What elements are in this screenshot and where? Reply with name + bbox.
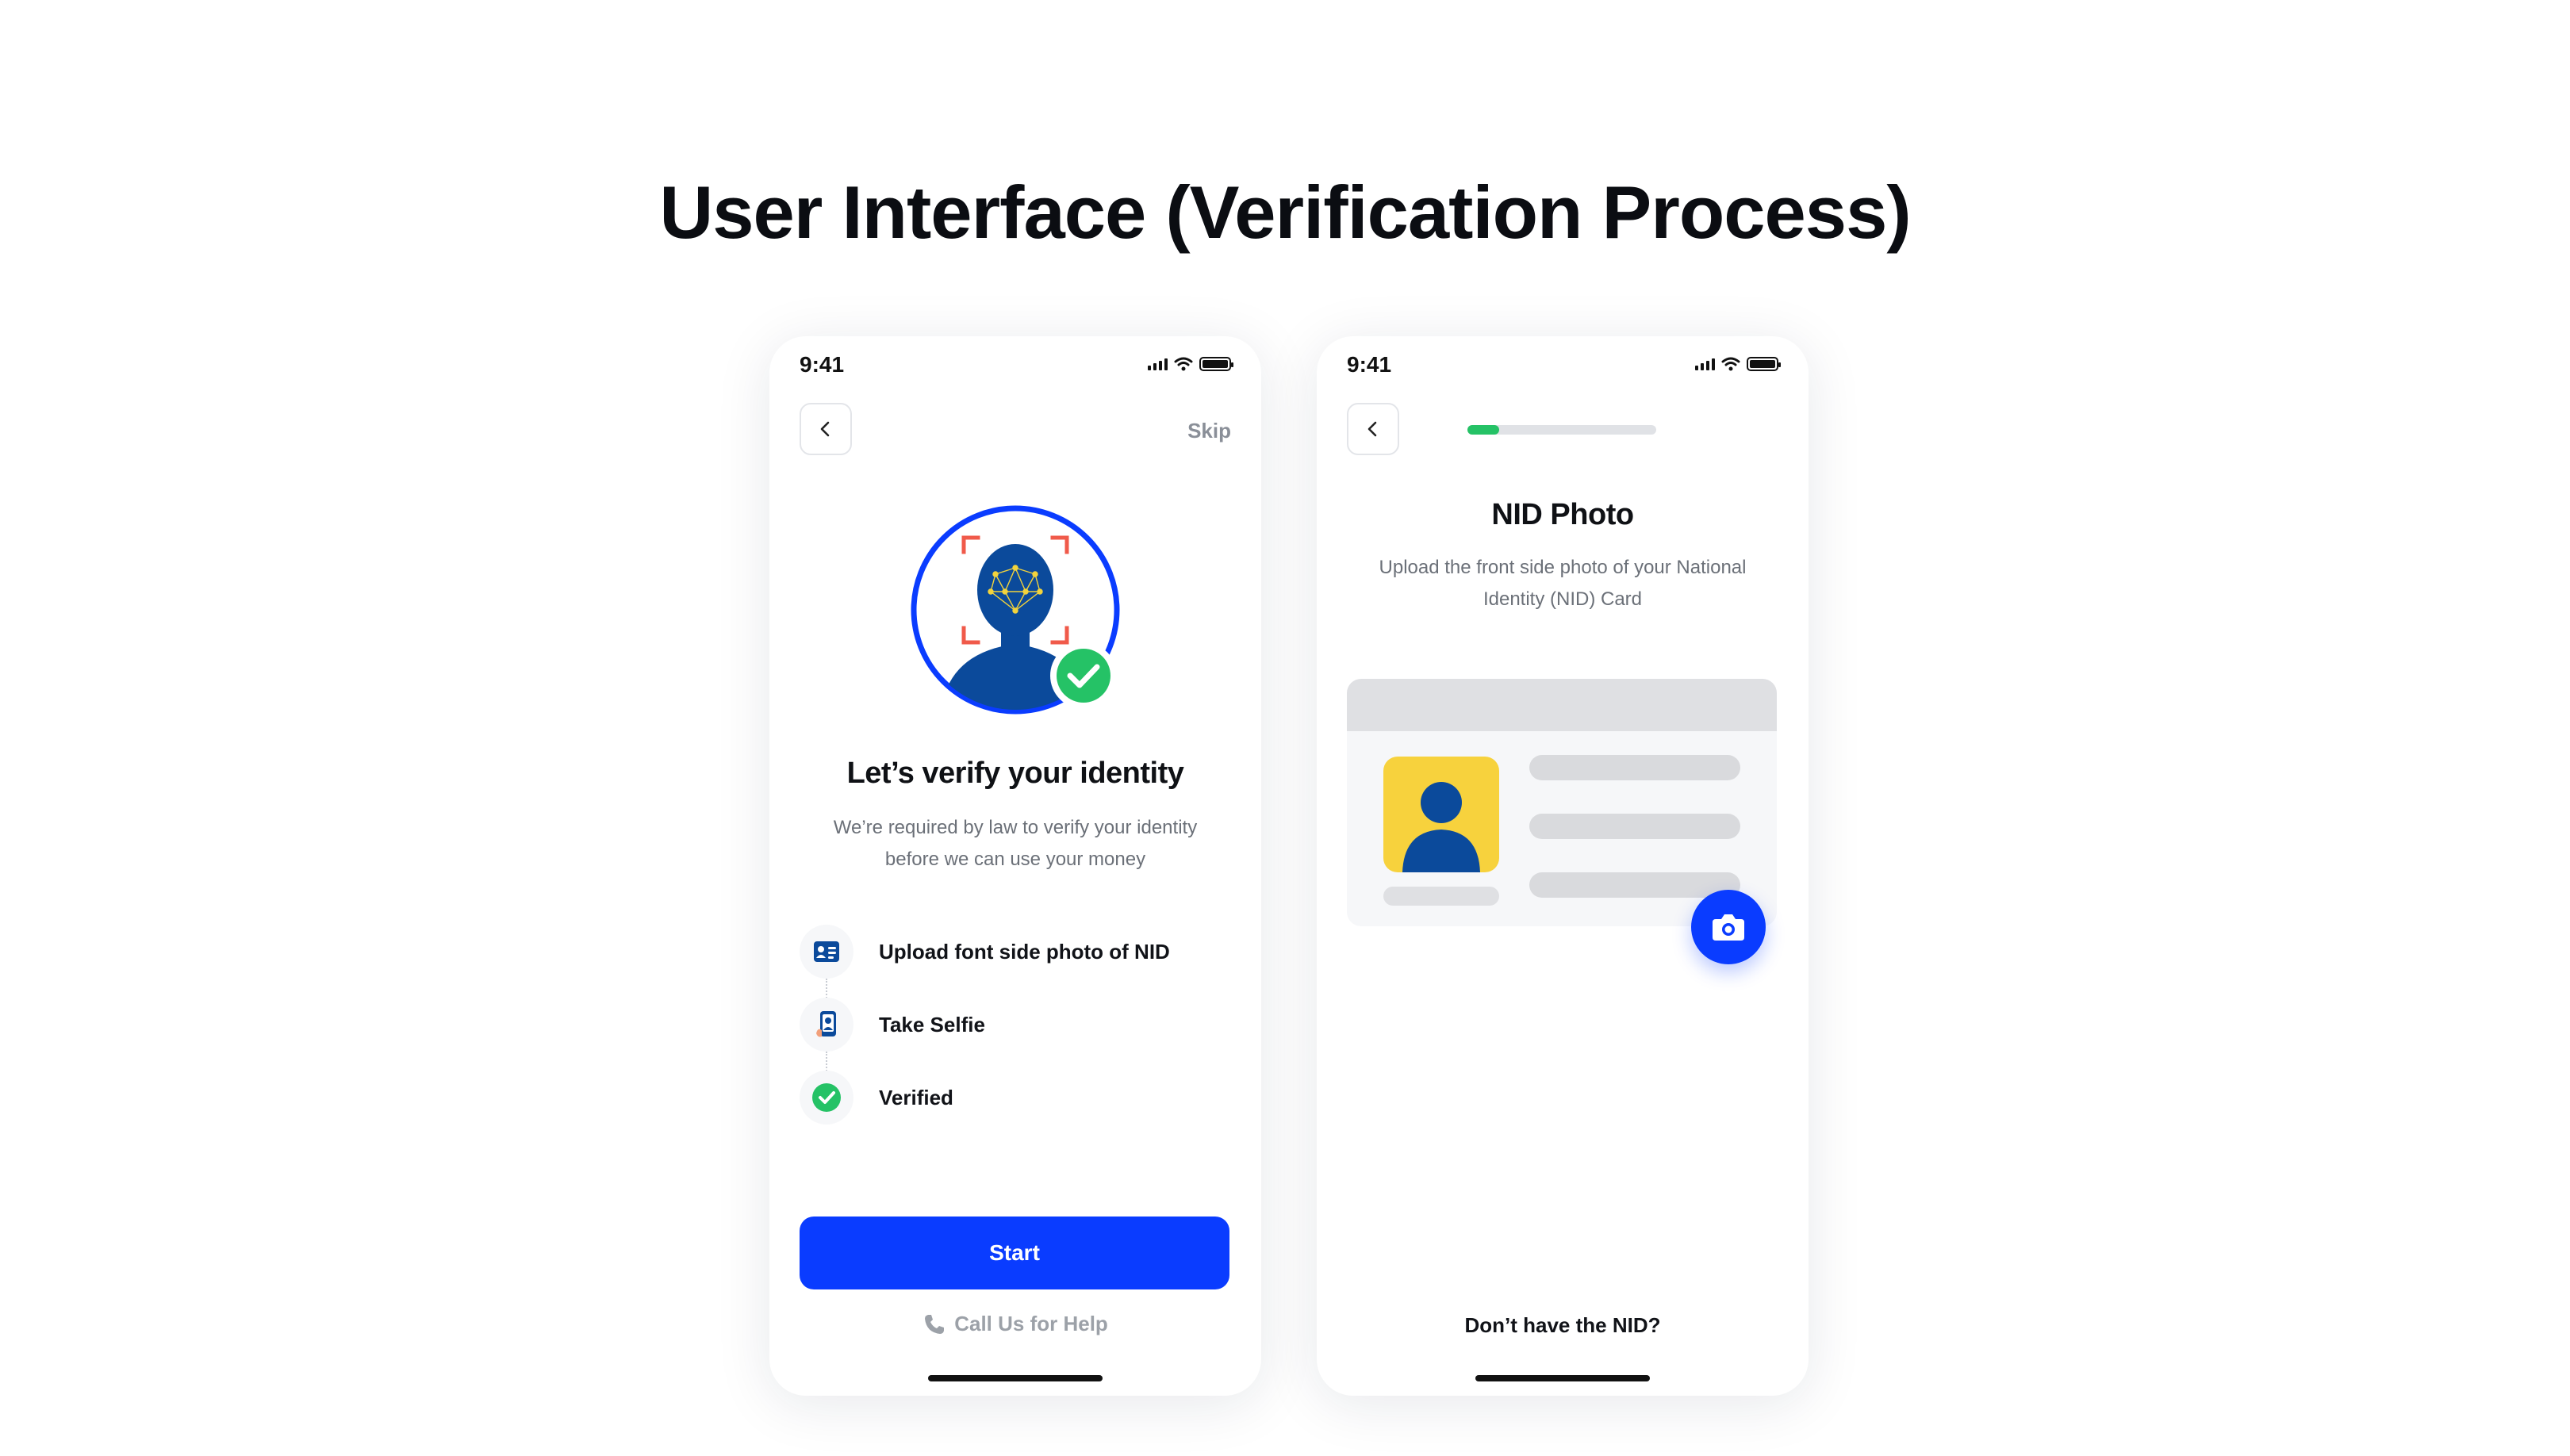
nid-subtitle: Upload the front side photo of your Nati… bbox=[1379, 557, 1747, 610]
camera-icon bbox=[1713, 914, 1744, 941]
phone-verify-intro: 9:41 Skip Let’s verify your identity We’… bbox=[769, 336, 1261, 1396]
status-icons bbox=[1148, 357, 1233, 371]
verification-steps: Upload font side photo of NID Take Selfi… bbox=[800, 915, 1244, 1134]
step-upload-nid: Upload font side photo of NID bbox=[800, 915, 1244, 988]
progress-bar bbox=[1467, 425, 1656, 435]
selfie-phone-icon bbox=[816, 1011, 836, 1037]
battery-icon bbox=[1747, 357, 1781, 371]
id-text-line bbox=[1529, 872, 1740, 898]
id-photo-placeholder bbox=[1383, 757, 1499, 872]
id-text-line bbox=[1529, 755, 1740, 780]
phone-icon bbox=[925, 1314, 945, 1334]
status-time: 9:41 bbox=[1347, 352, 1392, 377]
status-icons bbox=[1695, 357, 1781, 371]
step-verified: Verified bbox=[800, 1061, 1244, 1134]
user-avatar-icon bbox=[1402, 782, 1480, 872]
page-title: User Interface (Verification Process) bbox=[659, 171, 1911, 254]
back-button[interactable] bbox=[800, 403, 852, 455]
progress-fill bbox=[1467, 425, 1500, 435]
skip-button[interactable]: Skip bbox=[1187, 419, 1231, 443]
step-label: Upload font side photo of NID bbox=[879, 939, 1170, 964]
home-indicator bbox=[928, 1375, 1103, 1381]
step-label: Take Selfie bbox=[879, 1012, 985, 1036]
call-help-button[interactable]: Call Us for Help bbox=[769, 1312, 1261, 1336]
phone-nid-photo: 9:41 NID Photo Upload the front side pho… bbox=[1317, 336, 1809, 1396]
call-help-label: Call Us for Help bbox=[954, 1312, 1108, 1335]
chevron-left-icon bbox=[1367, 421, 1377, 437]
id-text-line bbox=[1529, 814, 1740, 839]
status-time: 9:41 bbox=[800, 352, 845, 377]
step-take-selfie: Take Selfie bbox=[800, 988, 1244, 1061]
verify-title: Let’s verify your identity bbox=[846, 757, 1184, 790]
nid-title: NID Photo bbox=[1491, 498, 1634, 531]
chevron-left-icon bbox=[820, 421, 830, 437]
back-button[interactable] bbox=[1347, 403, 1399, 455]
signal-icon bbox=[1148, 358, 1168, 370]
id-card-header bbox=[1347, 679, 1777, 731]
step-label: Verified bbox=[879, 1085, 953, 1109]
id-photo-caption-placeholder bbox=[1383, 887, 1499, 906]
verify-subtitle: We’re required by law to verify your ide… bbox=[833, 817, 1198, 870]
wifi-icon bbox=[1174, 357, 1193, 371]
camera-button[interactable] bbox=[1691, 890, 1766, 964]
battery-icon bbox=[1199, 357, 1233, 371]
signal-icon bbox=[1695, 358, 1715, 370]
id-card-icon bbox=[814, 941, 839, 962]
no-nid-button[interactable]: Don’t have the NID? bbox=[1317, 1313, 1809, 1338]
start-button[interactable]: Start bbox=[800, 1217, 1229, 1289]
home-indicator bbox=[1475, 1375, 1650, 1381]
wifi-icon bbox=[1721, 357, 1740, 371]
face-scan-illustration bbox=[911, 505, 1120, 715]
nid-card-placeholder[interactable] bbox=[1347, 679, 1777, 964]
check-circle-icon bbox=[812, 1083, 841, 1112]
